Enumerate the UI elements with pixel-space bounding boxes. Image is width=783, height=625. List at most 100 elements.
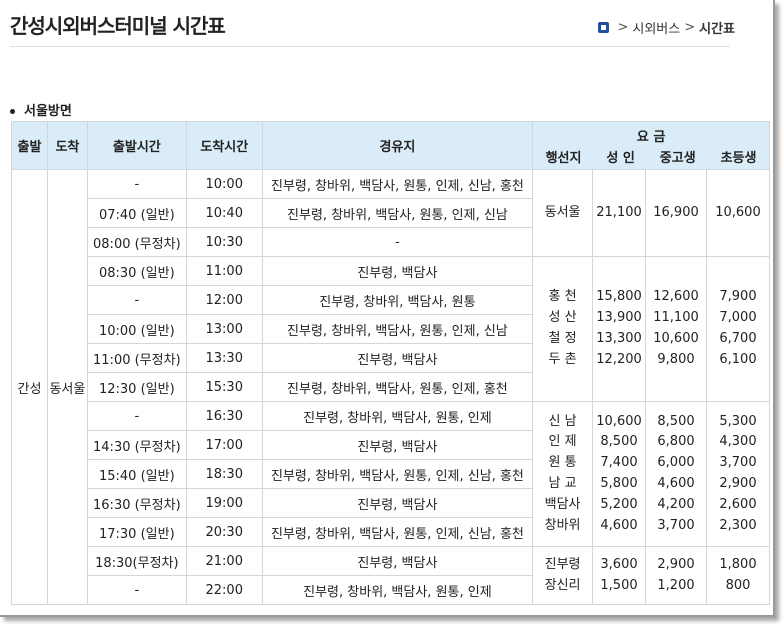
col-header-adult: 성 인 <box>606 150 635 166</box>
cell-via: 진부령, 창바위, 백담사, 원통, 인제, 홍천 <box>261 372 534 402</box>
col-header-arrive-time: 도착시간 <box>185 121 263 170</box>
breadcrumb-item-timetable: 시간표 <box>699 22 735 37</box>
fare-cell-teen: 8,500 6,800 6,000 4,600 4,200 3,700 <box>645 401 707 547</box>
fare-child-value: 7,000 <box>719 310 757 326</box>
fare-teen-value: 11,100 <box>653 310 699 326</box>
fare-dest-value: 남 교 <box>548 476 577 491</box>
fare-cell-teen: 2,900 1,200 <box>645 546 707 605</box>
table-row: -16:30 진부령, 창바위, 백담사, 원통, 인제 신 남인 제원 통남 교백… <box>12 401 771 547</box>
table-row: 08:30 (일반) 11:00 진부령, 백담사 홍 천성 산철 정두 촌 15,80… <box>12 256 771 402</box>
cell-depart-time: 17:30 (일반) <box>86 517 187 547</box>
cell-depart-time: - <box>86 575 187 605</box>
cell-depart-time: - <box>86 285 187 315</box>
bullet-icon <box>10 109 15 114</box>
table-row: 간성 동서울 -10:00 진부령, 창바위, 백담사, 원통, 인제, 신남, 홍천… <box>11 169 771 605</box>
fare-cell-child: 10,600 <box>705 169 771 257</box>
fare-cell-dest: 신 남인 제원 통남 교백담사창바위 <box>532 401 594 547</box>
fare-child-value: 2,900 <box>719 476 757 491</box>
cell-via: 진부령, 백담사 <box>261 488 534 518</box>
fare-child-value: 3,700 <box>719 455 757 471</box>
fare-cell-adult: 3,600 1,500 <box>592 546 647 605</box>
fare-teen-value: 8,500 <box>657 413 695 429</box>
fare-dest-value: 창바위 <box>544 517 581 533</box>
cell-depart-time: - <box>86 401 187 431</box>
cell-via: 진부령, 창바위, 백담사, 원통, 인제, 신남, 홍천 <box>261 517 534 547</box>
fare-dest-value: 원 통 <box>548 455 577 471</box>
chevron-right-icon: > <box>617 20 629 35</box>
fare-teen-value: 4,200 <box>657 496 695 512</box>
cell-depart-time: 11:00 (무정차) <box>86 343 187 373</box>
fare-dest-value: 동서울 <box>544 204 581 220</box>
fare-adult-value: 15,800 <box>596 289 642 305</box>
home-icon[interactable] <box>598 22 610 33</box>
fare-child-value: 6,700 <box>719 331 757 346</box>
cell-depart-time: 15:40 (일반) <box>86 459 187 489</box>
col-header-via: 경유지 <box>261 121 534 170</box>
cell-via: 진부령, 창바위, 백담사, 원통, 인제 <box>261 575 534 605</box>
cell-arrive-time: 18:30 <box>185 459 263 489</box>
fare-adult-value: 1,500 <box>600 577 638 593</box>
page-title: 간성시외버스터미널 시간표 <box>10 14 226 38</box>
fare-cell-child: 1,800 800 <box>705 546 771 605</box>
cell-arrive-time: 20:30 <box>185 517 263 547</box>
cell-arrive-time: 13:00 <box>185 314 263 344</box>
cell-arrive-time: 21:00 <box>185 546 263 576</box>
fare-cell-teen: 16,900 <box>645 169 707 257</box>
timetable-body: 간성 동서울 -10:00 진부령, 창바위, 백담사, 원통, 인제, 신남, 홍천… <box>11 169 771 605</box>
cell-arrive-time: 15:30 <box>185 372 263 402</box>
fare-dest-value: 인 제 <box>548 434 577 450</box>
fare-dest-value: 백담사 <box>544 496 581 512</box>
cell-via: 진부령, 백담사 <box>261 343 534 373</box>
cell-depart-time: 12:30 (일반) <box>86 372 187 402</box>
cell-arrive-time: 17:00 <box>185 430 263 460</box>
fare-adult-value: 13,300 <box>596 331 642 346</box>
fare-child-value: 4,300 <box>719 434 757 450</box>
fare-child-value: 6,100 <box>719 351 757 367</box>
fare-adult-value: 4,600 <box>600 517 638 533</box>
fare-cell-child: 7,900 7,000 6,700 6,100 <box>705 256 771 402</box>
breadcrumb: > 시외버스 > 시간표 <box>598 18 735 37</box>
chevron-right-icon: > <box>684 20 696 35</box>
cell-via: 진부령, 창바위, 백담사, 원통, 인제, 신남, 홍천 <box>261 459 534 489</box>
fare-child-value: 7,900 <box>719 289 757 305</box>
cell-arrive-time: 10:30 <box>185 227 263 257</box>
fare-child-value: 1,800 <box>719 556 757 572</box>
fare-teen-value: 1,200 <box>657 577 695 593</box>
cell-arrive-time: 10:40 <box>185 198 263 228</box>
table-row: 18:30(무정차) 21:00 진부령, 백담사 진부령 장신리 3,600 1,500 2… <box>12 546 771 605</box>
fare-cell-adult: 15,800 13,900 13,300 12,200 <box>592 256 647 402</box>
cell-depart-time: 08:00 (무정차) <box>86 227 187 257</box>
breadcrumb-item-intercity-bus[interactable]: 시외버스 <box>632 18 680 37</box>
col-header-teen: 중고생 <box>659 150 696 166</box>
fare-teen-value: 2,900 <box>657 556 695 572</box>
fare-dest-value: 두 촌 <box>548 351 577 367</box>
cell-depart-time: 16:30 (무정차) <box>86 488 187 518</box>
col-header-fare-group: 요 금 행선지 성 인 중고생 초등생 <box>532 121 770 170</box>
fare-teen-value: 9,800 <box>657 351 695 367</box>
fare-child-value: 2,300 <box>719 517 757 533</box>
cell-via: 진부령, 창바위, 백담사, 원통 <box>261 285 534 315</box>
cell-depart-place: 간성 <box>11 169 48 605</box>
cell-via: 진부령, 창바위, 백담사, 원통, 인제, 신남, 홍천 <box>261 169 534 199</box>
fare-cell-dest: 진부령장신리 <box>532 546 594 605</box>
cell-arrive-time: 19:00 <box>185 488 263 518</box>
cell-depart-time: - <box>86 169 187 199</box>
timetable: 출발 도착 출발시간 도착시간 경유지 요 금 행선지 성 인 중고생 초등생 … <box>11 121 771 605</box>
col-header-fare: 요 금 <box>636 129 666 145</box>
cell-depart-time: 18:30(무정차) <box>86 546 187 576</box>
fare-teen-value: 6,000 <box>657 455 695 471</box>
fare-dest-value: 장신리 <box>544 577 581 593</box>
cell-via: 진부령, 백담사 <box>261 546 534 576</box>
col-header-depart-time: 출발시간 <box>86 121 187 170</box>
fare-cell-dest: 동서울 <box>532 169 594 257</box>
fare-dest-value: 진부령 <box>544 556 581 572</box>
cell-depart-time: 07:40 (일반) <box>86 198 187 228</box>
cell-via: 진부령, 백담사 <box>261 256 534 286</box>
fare-teen-value: 4,600 <box>657 476 695 491</box>
fare-dest-value: 철 정 <box>548 331 577 346</box>
fare-dest-value: 신 남 <box>548 413 577 429</box>
title-divider <box>10 46 730 47</box>
fare-adult-value: 3,600 <box>600 556 638 572</box>
fare-cell-dest: 홍 천성 산철 정두 촌 <box>532 256 594 402</box>
fare-adult-value: 8,500 <box>600 434 638 450</box>
